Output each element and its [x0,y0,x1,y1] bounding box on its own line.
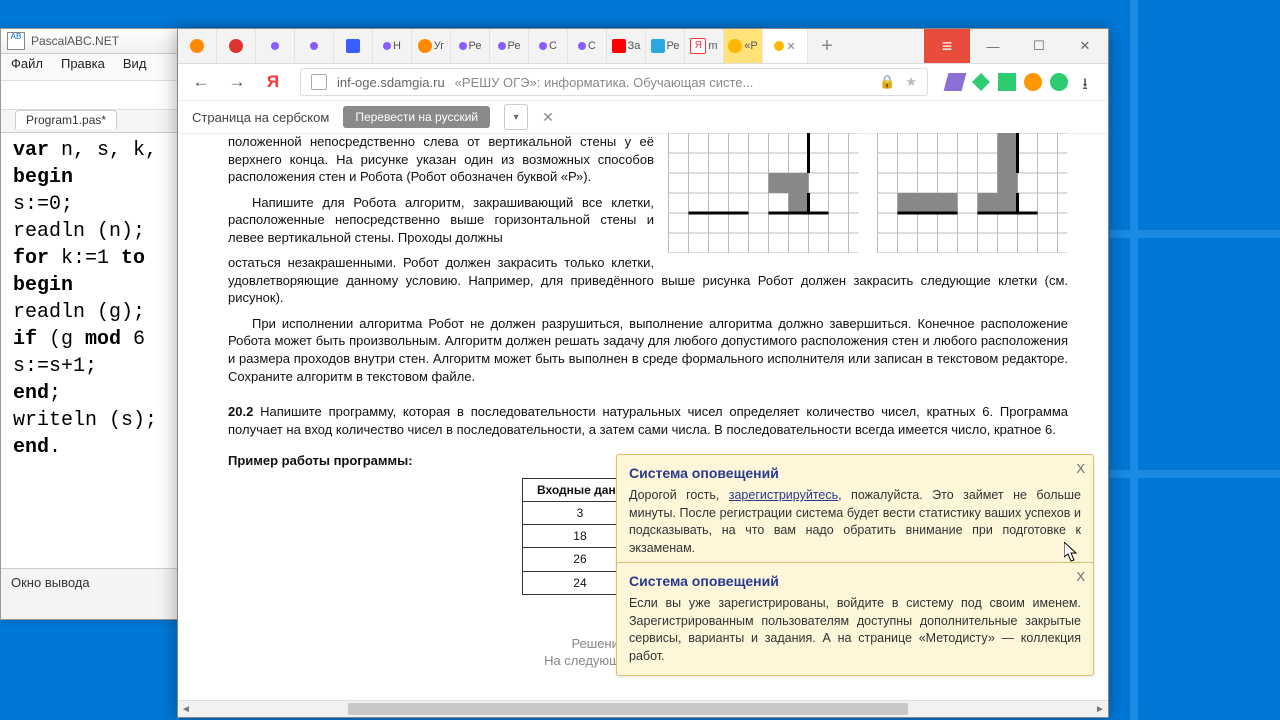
url-field[interactable]: inf-oge.sdamgia.ru «РЕШУ ОГЭ»: информати… [300,68,928,96]
addr-extensions: ⭳ [946,73,1094,91]
protocol-icon [311,74,327,90]
notif1-register-link[interactable]: зарегистрируйтесь [729,488,838,502]
tab-1[interactable] [217,29,256,63]
scroll-right-icon[interactable]: ► [1092,704,1108,715]
browser-tabbar: Н Уг Ре Ре С С За Ре Яm «Р ✕ + ≡ — ☐ ✕ [178,29,1108,64]
tab-7[interactable]: Ре [451,29,490,63]
win-stripe [1110,470,1280,478]
menu-view[interactable]: Вид [123,56,147,78]
tab-active[interactable]: «Р [724,29,763,63]
download-icon[interactable]: ⭳ [1076,73,1094,91]
tab-12[interactable]: Ре [646,29,685,63]
tab-13[interactable]: Яm [685,29,724,63]
tab-6[interactable]: Уг [412,29,451,63]
browser-maximize-button[interactable]: ☐ [1016,29,1062,63]
tab-2[interactable] [256,29,295,63]
tab-0[interactable] [178,29,217,63]
ext-icon-1[interactable] [944,73,967,91]
translate-label: Страница на сербском [192,110,329,125]
ext-icon-4[interactable] [1024,73,1042,91]
notif1-close-button[interactable]: X [1076,461,1085,476]
notif1-body: Дорогой гость, зарегистрируйтесь, пожалу… [629,487,1081,557]
new-tab-button[interactable]: + [808,29,846,63]
notif2-body: Если вы уже зарегистрированы, войдите в … [629,595,1081,665]
para-full-2: При исполнении алгоритма Робот не должен… [228,315,1068,385]
menu-file[interactable]: Файл [11,56,43,78]
ext-icon-3[interactable] [998,73,1016,91]
menu-edit[interactable]: Правка [61,56,105,78]
tab-10[interactable]: С [568,29,607,63]
scroll-thumb[interactable] [348,703,908,715]
win-stripe [1110,230,1280,238]
para-float-2: Напишите для Робота алгоритм, закрашиваю… [228,194,668,247]
ext-icon-2[interactable] [972,73,990,91]
notification-1: X Система оповещений Дорогой гость, заре… [616,454,1094,568]
ext-icon-5[interactable] [1050,73,1068,91]
address-bar: ← → Я inf-oge.sdamgia.ru «РЕШУ ОГЭ»: инф… [178,64,1108,101]
pascal-title-text: PascalABC.NET [31,34,119,48]
back-button[interactable]: ← [192,73,210,91]
lock-icon: 🔒 [879,74,895,90]
browser-window: Н Уг Ре Ре С С За Ре Яm «Р ✕ + ≡ — ☐ ✕ ←… [177,28,1109,718]
translate-button[interactable]: Перевести на русский [343,106,490,128]
tab-5[interactable]: Н [373,29,412,63]
url-host: inf-oge.sdamgia.ru [337,75,445,90]
browser-menu-button[interactable]: ≡ [924,29,970,63]
yandex-icon[interactable]: Я [264,73,282,91]
task-number: 20.2 [228,404,253,419]
notif2-title: Система оповещений [629,573,1081,589]
forward-button[interactable]: → [228,73,246,91]
tab-8[interactable]: Ре [490,29,529,63]
browser-minimize-button[interactable]: — [970,29,1016,63]
horizontal-scrollbar[interactable]: ◄ ► [178,700,1108,717]
tab-9[interactable]: С [529,29,568,63]
task-para: 20.2 Напишите программу, которая в после… [228,403,1068,438]
tab-3[interactable] [295,29,334,63]
robot-grids [668,133,1068,253]
pascal-logo-icon: AB [7,32,25,50]
grid-after [877,133,1068,253]
translate-dropdown[interactable]: ▾ [504,104,528,130]
para-float-1: положенной непосредственно слева от верт… [228,133,668,186]
para-full-1: остаться незакрашенными. Робот должен за… [228,254,1068,307]
url-title: «РЕШУ ОГЭ»: информатика. Обучающая систе… [455,75,754,90]
translate-bar: Страница на сербском Перевести на русски… [178,101,1108,134]
scroll-left-icon[interactable]: ◄ [178,704,194,715]
task-text: Напишите программу, которая в последоват… [228,404,1068,437]
notification-2: X Система оповещений Если вы уже зарегис… [616,562,1094,676]
translate-close-button[interactable]: ✕ [542,109,554,126]
notif2-close-button[interactable]: X [1076,569,1085,584]
win-stripe [1130,0,1138,720]
browser-close-button[interactable]: ✕ [1062,29,1108,63]
grid-before [668,133,859,253]
pascal-tab-active[interactable]: Program1.pas* [15,110,117,129]
star-icon[interactable]: ★ [905,74,917,90]
tab-4[interactable] [334,29,373,63]
notif1-title: Система оповещений [629,465,1081,481]
output-pane-label: Окно вывода [11,575,90,590]
tab-11[interactable]: За [607,29,646,63]
tab-blank[interactable]: ✕ [763,29,808,63]
